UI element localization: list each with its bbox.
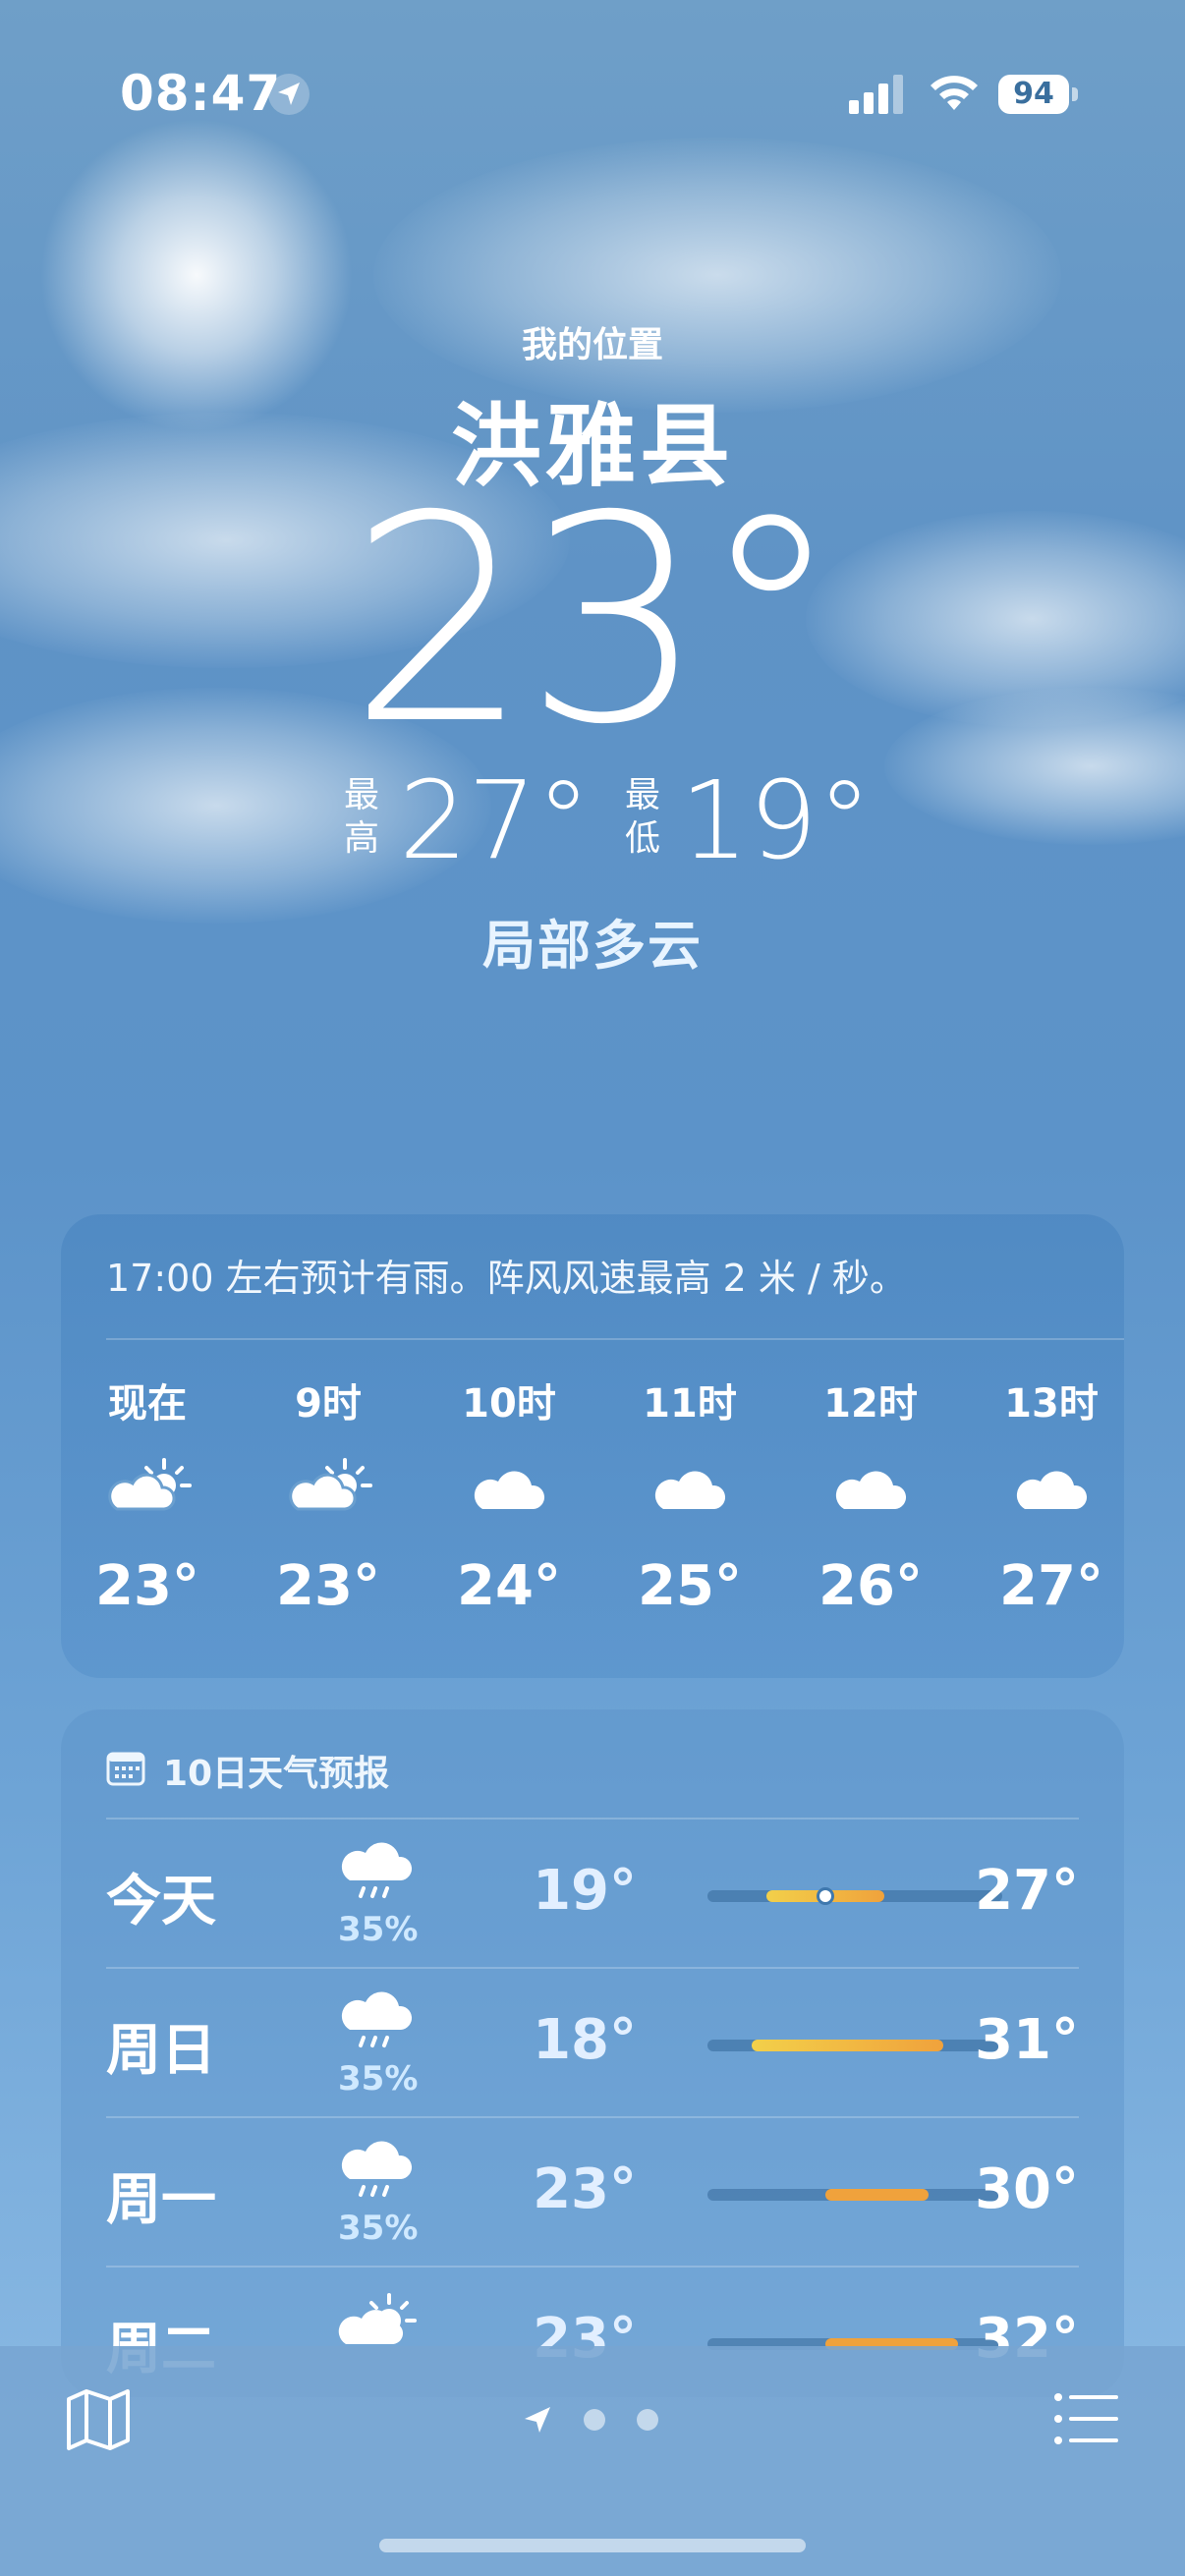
location-header: 我的位置	[521, 325, 663, 365]
hour-item: 11时 25°	[621, 1372, 759, 1618]
hour-temp: 26°	[818, 1554, 923, 1618]
hour-label: 11时	[643, 1381, 737, 1427]
precip-chance: 35%	[338, 1910, 419, 1949]
high-temp: 31°	[975, 2008, 1079, 2072]
location-arrow-icon[interactable]	[521, 2403, 554, 2436]
high-temp: 30°	[975, 2157, 1079, 2221]
calendar-icon	[106, 1752, 145, 1786]
precip-chance: 35%	[338, 2059, 419, 2099]
low-label: 最低	[624, 775, 660, 859]
battery-level: 94	[998, 75, 1069, 114]
temp-range-fill	[752, 2040, 943, 2051]
temp-range-bar	[707, 2040, 1002, 2051]
high-low-temps: 最高 27° 最低 19°	[334, 757, 872, 884]
day-label: 周日	[106, 2019, 216, 2083]
page-indicator[interactable]	[521, 2397, 668, 2440]
cellular-signal-icon	[849, 75, 903, 114]
daily-row[interactable]: 今天 35% 19° 27°	[106, 1820, 1079, 1967]
current-temp-dot	[817, 1887, 834, 1905]
battery-indicator: 94	[998, 75, 1078, 116]
hour-temp: 23°	[95, 1554, 199, 1618]
bottom-toolbar	[0, 2346, 1185, 2576]
location-arrow-icon	[268, 74, 310, 115]
low-temp: 19°	[680, 757, 872, 883]
forecast-summary: 17:00 左右预计有雨。阵风风速最高 2 米 / 秒。	[106, 1257, 907, 1300]
hour-label: 9时	[295, 1381, 362, 1427]
page-dot[interactable]	[637, 2409, 658, 2431]
day-label: 今天	[106, 1870, 216, 1933]
hour-item: 现在 23°	[79, 1372, 216, 1618]
rain-cloud-icon	[341, 1991, 413, 2047]
ten-day-forecast-card[interactable]: 10日天气预报 今天 35% 19° 27° 周日 35% 18° 31° 周一	[61, 1709, 1124, 2397]
divider	[106, 1338, 1124, 1340]
home-indicator	[379, 2539, 806, 2552]
high-temp: 27°	[399, 757, 591, 883]
hour-temp: 23°	[276, 1554, 380, 1618]
hour-label: 13时	[1004, 1381, 1099, 1427]
low-temp: 19°	[533, 1859, 637, 1923]
cloud-icon	[835, 1471, 907, 1509]
forecast-title: 10日天气预报	[163, 1754, 390, 1794]
daily-row[interactable]: 周日 35% 18° 31°	[106, 1969, 1079, 2116]
cloud-icon	[654, 1471, 726, 1509]
rain-cloud-icon	[341, 1842, 413, 1898]
low-temp: 23°	[533, 2157, 637, 2221]
cloud-icon	[1016, 1471, 1088, 1509]
temp-range-fill	[825, 2189, 929, 2201]
hour-item: 12时 26°	[802, 1372, 939, 1618]
precip-chance: 35%	[338, 2209, 419, 2248]
battery-cap	[1072, 87, 1078, 101]
hourly-forecast-card[interactable]: 17:00 左右预计有雨。阵风风速最高 2 米 / 秒。 现在 23° 9时 2…	[61, 1214, 1124, 1678]
hour-label: 现在	[108, 1381, 187, 1427]
hour-item: 13时 27°	[983, 1372, 1120, 1618]
current-temperature: 23°	[348, 456, 842, 787]
hour-temp: 25°	[638, 1554, 742, 1618]
day-label: 周一	[106, 2168, 216, 2232]
map-icon[interactable]	[65, 2387, 132, 2452]
partly-sunny-icon	[338, 2293, 417, 2344]
status-bar: 08:47 94	[0, 0, 1185, 196]
page-dot[interactable]	[584, 2409, 605, 2431]
partly-sunny-icon	[108, 1458, 192, 1511]
hour-label: 12时	[823, 1381, 918, 1427]
hour-label: 10时	[462, 1381, 556, 1427]
cloud-icon	[474, 1471, 545, 1509]
daily-row[interactable]: 周一 35% 23° 30°	[106, 2118, 1079, 2266]
high-temp: 27°	[975, 1859, 1079, 1923]
rain-cloud-icon	[341, 2141, 413, 2197]
high-label: 最高	[343, 775, 379, 859]
wifi-icon	[931, 76, 978, 110]
hour-temp: 24°	[457, 1554, 561, 1618]
temp-range-bar	[707, 1887, 1002, 1905]
list-icon[interactable]	[1053, 2391, 1120, 2446]
hour-item: 9时 23°	[259, 1372, 397, 1618]
partly-sunny-icon	[289, 1458, 372, 1511]
hour-temp: 27°	[999, 1554, 1103, 1618]
status-time: 08:47	[120, 65, 282, 122]
low-temp: 18°	[533, 2008, 637, 2072]
forecast-header: 10日天气预报	[106, 1745, 389, 1796]
weather-condition: 局部多云	[482, 915, 703, 977]
hour-item: 10时 24°	[440, 1372, 578, 1618]
temp-range-bar	[707, 2189, 1002, 2201]
